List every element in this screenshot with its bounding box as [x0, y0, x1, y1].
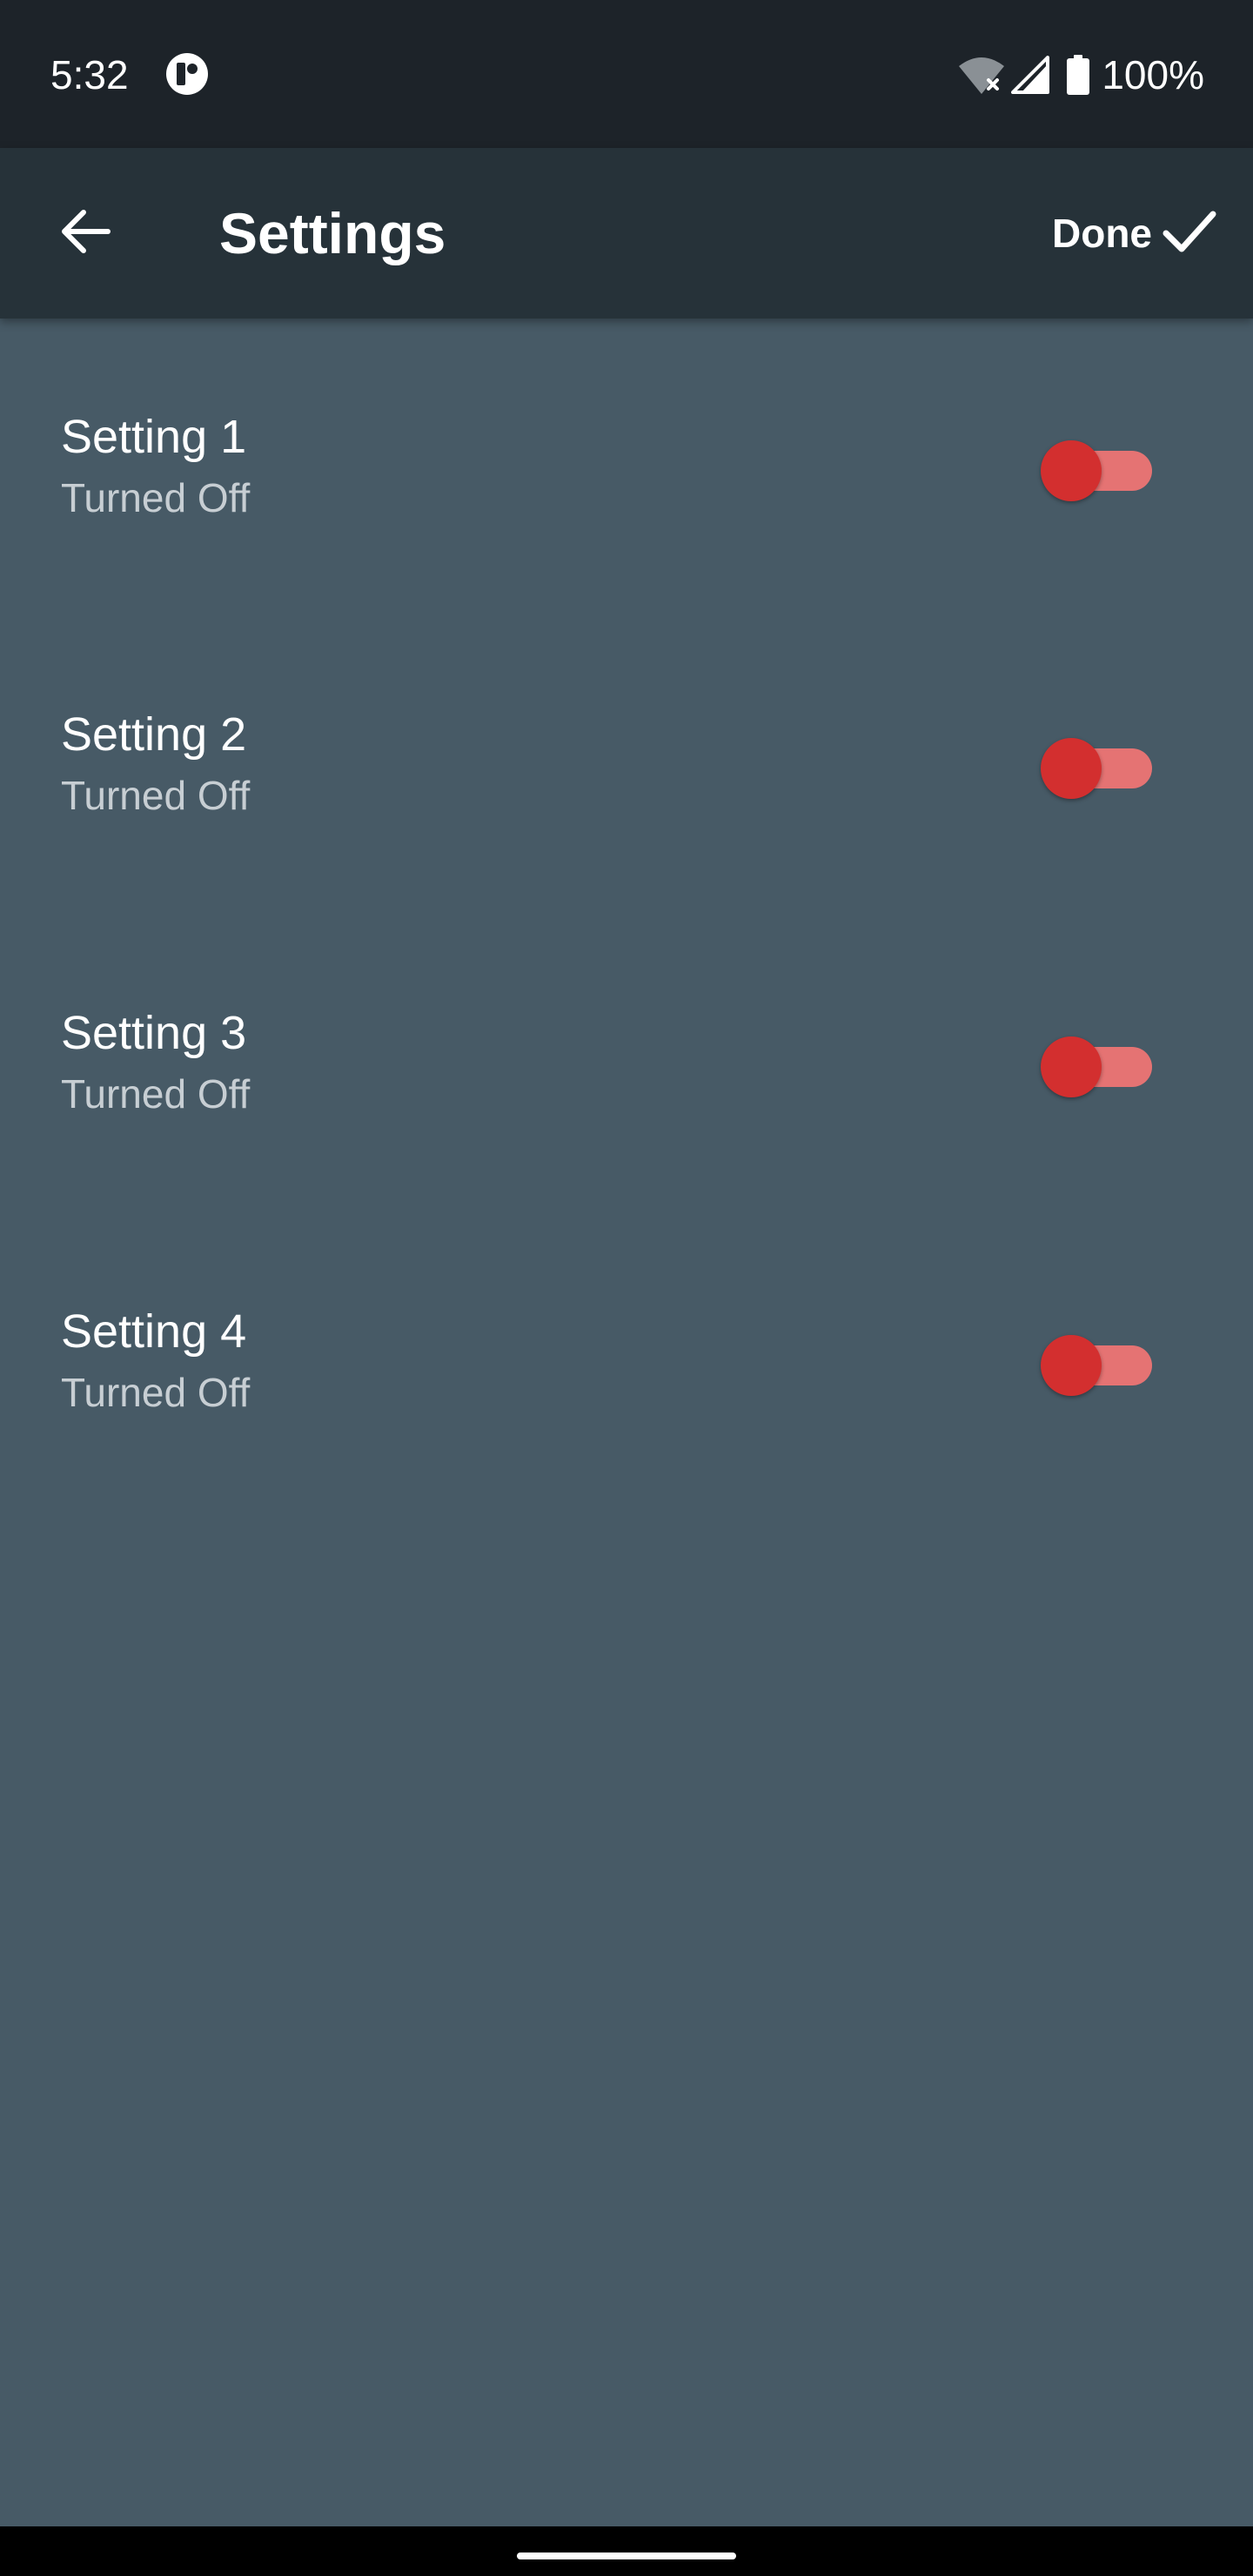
- setting-title: Setting 4: [61, 1305, 247, 1358]
- setting-status: Turned Off: [61, 1071, 251, 1117]
- wifi-off-icon: [957, 54, 1006, 96]
- setting-row-3[interactable]: Setting 3 Turned Off: [0, 915, 1253, 1212]
- setting-2-switch[interactable]: [1041, 738, 1156, 799]
- switch-thumb: [1041, 440, 1102, 501]
- arrow-back-icon: [57, 204, 113, 264]
- setting-row-4[interactable]: Setting 4 Turned Off: [0, 1213, 1253, 1511]
- setting-title: Setting 2: [61, 708, 247, 761]
- navigation-bar: [0, 2526, 1253, 2576]
- setting-row-2[interactable]: Setting 2 Turned Off: [0, 616, 1253, 914]
- status-time: 5:32: [50, 52, 129, 97]
- setting-title: Setting 1: [61, 411, 247, 463]
- setting-1-switch[interactable]: [1041, 440, 1156, 501]
- battery-full-icon: [1067, 55, 1090, 95]
- setting-status: Turned Off: [61, 1370, 251, 1415]
- switch-thumb: [1041, 1036, 1102, 1097]
- switch-thumb: [1041, 1335, 1102, 1396]
- back-button[interactable]: [44, 191, 127, 275]
- app-notification-icon: [165, 52, 209, 96]
- status-bar: 5:32 100%: [0, 0, 1253, 148]
- done-label: Done: [1052, 211, 1152, 256]
- home-gesture-handle[interactable]: [517, 2553, 736, 2559]
- switch-thumb: [1041, 738, 1102, 799]
- setting-row-1[interactable]: Setting 1 Turned Off: [0, 319, 1253, 616]
- setting-3-switch[interactable]: [1041, 1036, 1156, 1097]
- setting-status: Turned Off: [61, 773, 251, 818]
- check-icon: [1161, 207, 1218, 260]
- setting-status: Turned Off: [61, 475, 251, 520]
- done-button[interactable]: Done: [1052, 193, 1218, 273]
- page-title: Settings: [219, 201, 446, 265]
- setting-title: Setting 3: [61, 1007, 247, 1059]
- setting-4-switch[interactable]: [1041, 1335, 1156, 1396]
- cellular-signal-icon: [1011, 56, 1050, 94]
- battery-percent: 100%: [1102, 52, 1204, 97]
- app-bar: Settings Done: [0, 148, 1253, 319]
- status-icons: 100%: [957, 49, 1204, 101]
